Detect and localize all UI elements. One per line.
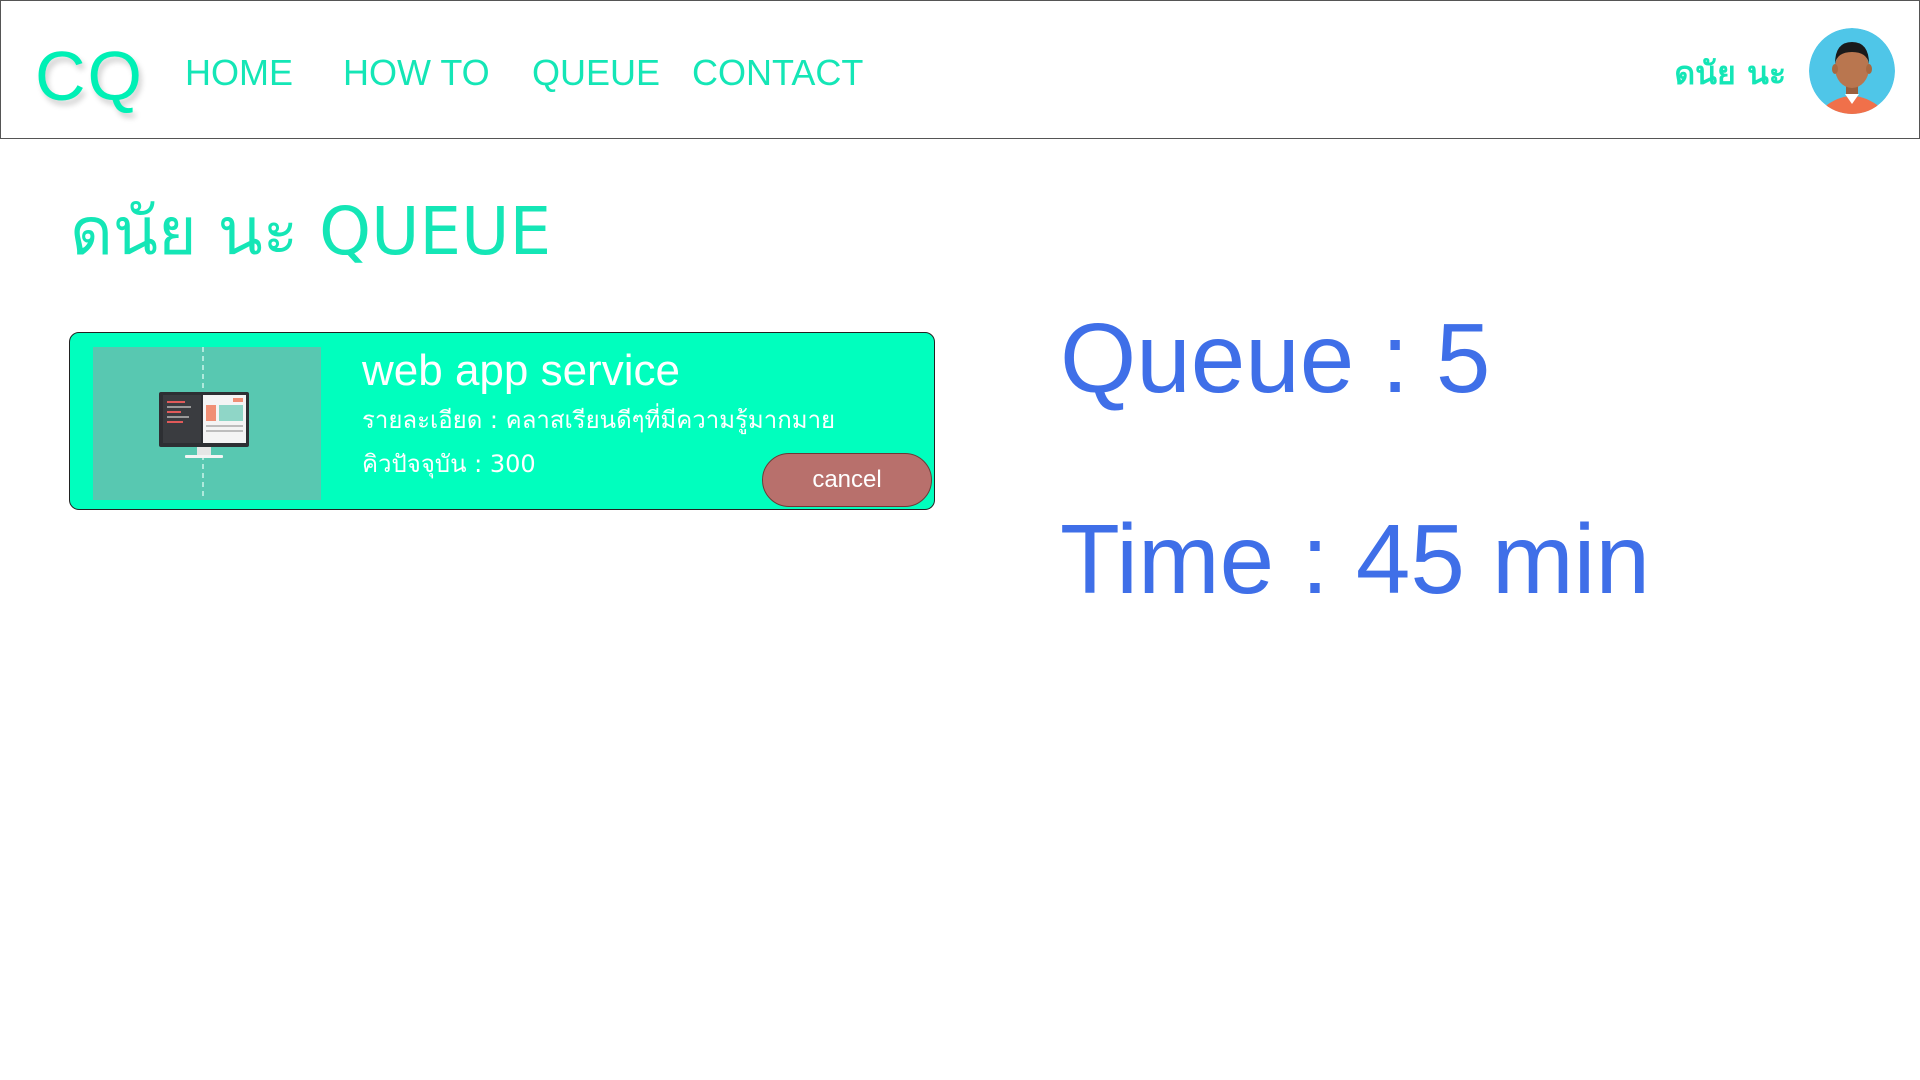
- site-logo[interactable]: CQ: [35, 31, 144, 121]
- nav-home-link[interactable]: HOME: [185, 51, 293, 95]
- service-queue-card: web app service รายละเอียด : คลาสเรียนดี…: [69, 332, 935, 510]
- queue-position-text: Queue : 5: [1060, 303, 1491, 413]
- top-navbar: CQ HOME HOW TO QUEUE CONTACT ดนัย นะ: [0, 0, 1920, 139]
- nav-contact-link[interactable]: CONTACT: [692, 51, 863, 95]
- page-title: ดนัย นะ QUEUE: [70, 193, 552, 270]
- web-development-illustration: [93, 347, 321, 500]
- nav-queue-link[interactable]: QUEUE: [532, 51, 660, 95]
- user-avatar-icon[interactable]: [1809, 28, 1895, 114]
- avatar-illustration: [1809, 28, 1895, 114]
- user-name[interactable]: ดนัย นะ: [1674, 51, 1786, 95]
- thumbnail-image: [93, 347, 321, 500]
- wait-time-text: Time : 45 min: [1060, 504, 1650, 614]
- service-description: รายละเอียด : คลาสเรียนดีๆที่มีความรู้มาก…: [362, 406, 836, 434]
- cancel-button[interactable]: cancel: [762, 453, 932, 507]
- nav-how-to-link[interactable]: HOW TO: [343, 51, 490, 95]
- service-title: web app service: [362, 346, 680, 395]
- current-queue-number: คิวปัจจุบัน : 300: [362, 450, 536, 478]
